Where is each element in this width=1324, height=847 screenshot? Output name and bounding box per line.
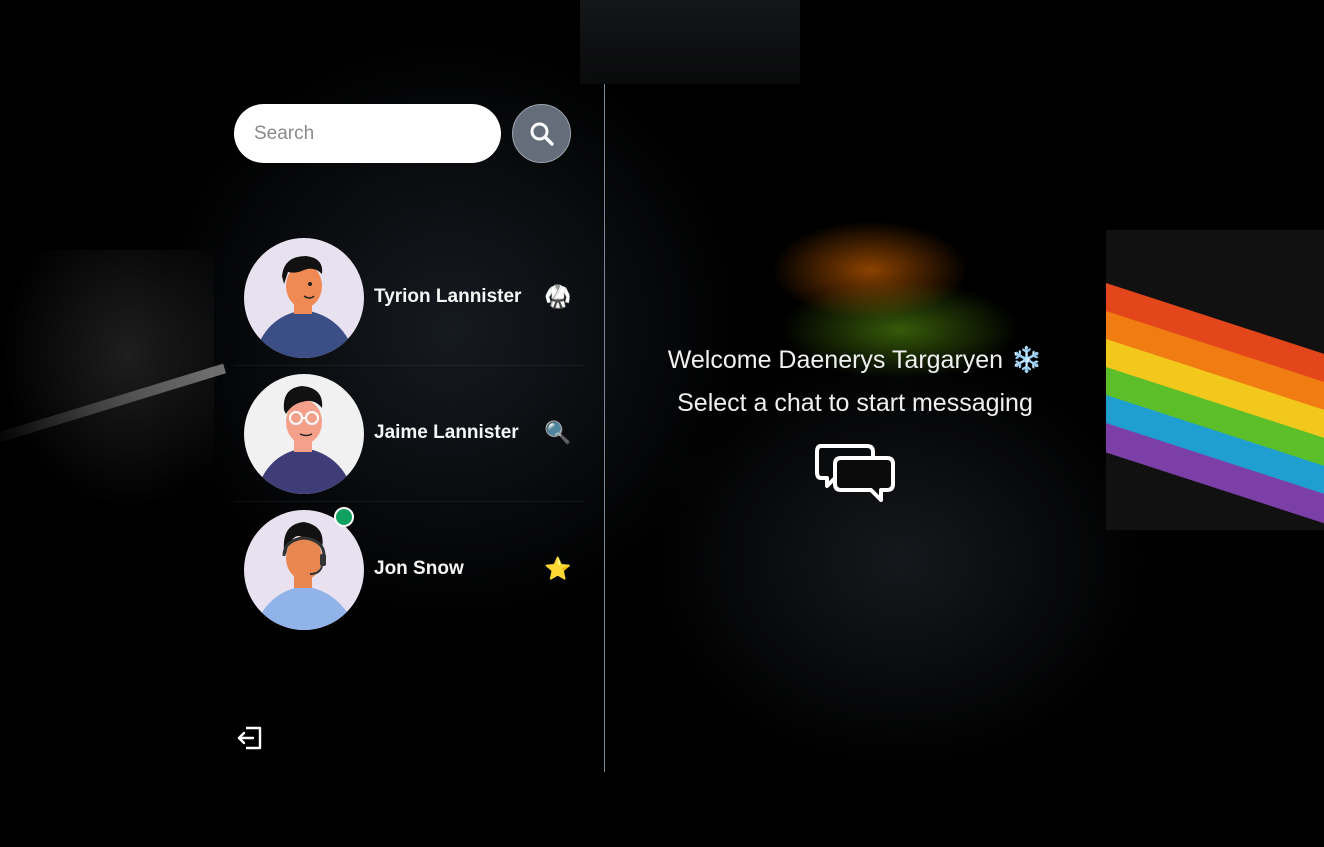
welcome-text: Welcome Daenerys Targaryen [667,345,1004,374]
avatar [244,373,364,494]
search-icon [530,122,554,146]
contact-item-jaime[interactable]: Jaime Lannister 🔍 [234,365,584,501]
contact-name: Tyrion Lannister [374,286,522,307]
welcome-subtitle: Select a chat to start messaging [677,389,1033,417]
star-icon: ⭐ [544,557,572,582]
search-input[interactable] [234,104,501,163]
chat-app: Tyrion Lannister 🥋 Jaime Lannister 🔍 [0,0,1324,847]
welcome-panel: Welcome Daenerys Targaryen ❄️ Select a c… [620,345,1090,506]
chat-bubbles-icon [815,442,895,506]
avatar [244,237,364,358]
magnifying-glass-icon: 🔍 [544,421,572,446]
online-status-indicator [334,507,354,527]
avatar [244,509,364,630]
logout-icon [237,726,262,750]
panel-divider [604,84,605,772]
martial-arts-uniform-icon: 🥋 [544,285,572,310]
welcome-greeting: Welcome Daenerys Targaryen ❄️ [620,345,1090,375]
search-button[interactable] [512,104,571,163]
contact-name: Jon Snow [374,558,464,579]
contact-item-tyrion[interactable]: Tyrion Lannister 🥋 [234,230,584,365]
logout-button[interactable] [236,724,264,752]
snowflake-icon: ❄️ [1011,345,1043,374]
contact-name: Jaime Lannister [374,422,519,443]
contact-list: Tyrion Lannister 🥋 Jaime Lannister 🔍 Jon… [234,230,584,637]
contact-item-jon[interactable]: Jon Snow ⭐ [234,501,584,637]
